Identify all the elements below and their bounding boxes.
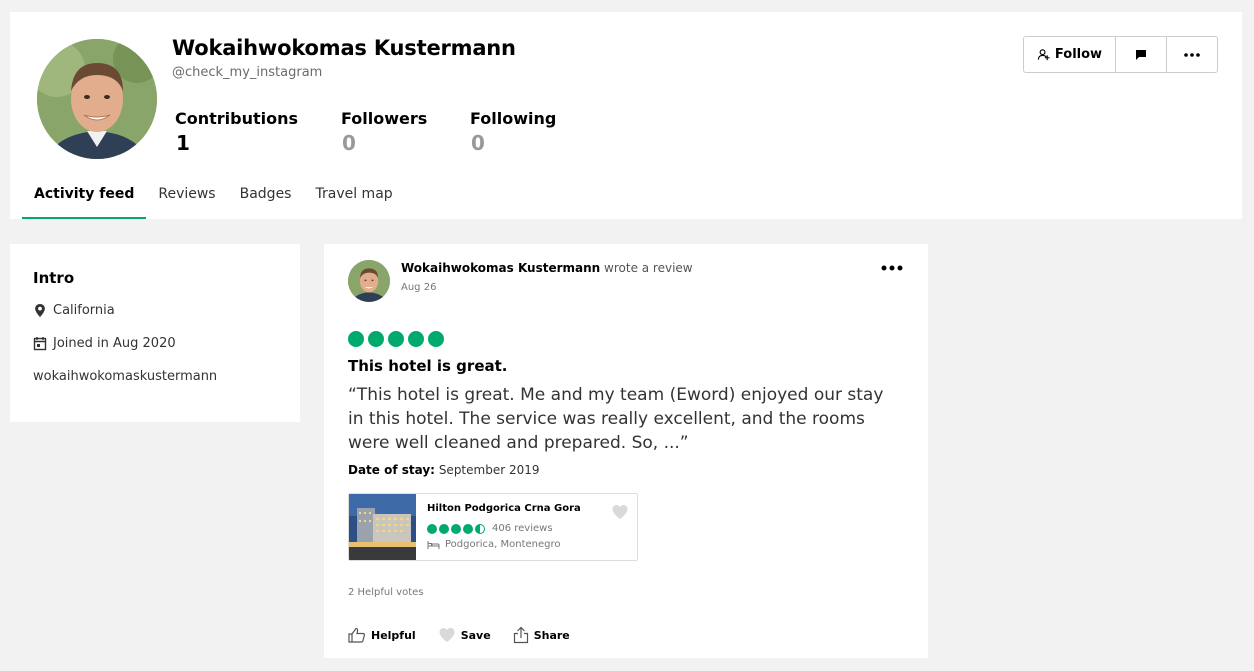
hotel-location-text: Podgorica, Montenegro xyxy=(445,539,561,550)
review-date: Aug 26 xyxy=(401,282,437,293)
stat-contributions[interactable]: Contributions 1 xyxy=(175,109,298,155)
review-actions: Helpful Save Share xyxy=(348,626,570,644)
date-of-stay: Date of stay: September 2019 xyxy=(348,463,540,477)
intro-website[interactable]: wokaihwokomaskustermann xyxy=(33,369,217,384)
tab-travel-map[interactable]: Travel map xyxy=(303,180,404,219)
profile-header: Wokaihwokomas Kustermann @check_my_insta… xyxy=(10,12,1242,219)
intro-joined-text: Joined in Aug 2020 xyxy=(53,336,176,351)
stat-value: 0 xyxy=(471,131,485,155)
intro-website-text[interactable]: wokaihwokomaskustermann xyxy=(33,369,217,384)
rating-bubble xyxy=(368,331,384,347)
intro-title: Intro xyxy=(33,269,75,287)
rating-bubble xyxy=(451,523,461,534)
hotel-image[interactable] xyxy=(349,494,416,560)
tab-badges[interactable]: Badges xyxy=(228,180,304,219)
intro-joined: Joined in Aug 2020 xyxy=(33,336,176,351)
profile-actions: Follow xyxy=(1023,36,1218,73)
review-text: “This hotel is great. Me and my team (Ew… xyxy=(348,385,884,453)
share-label: Share xyxy=(533,628,570,642)
more-options-button[interactable] xyxy=(1167,37,1217,72)
profile-name: Wokaihwokomas Kustermann xyxy=(172,36,516,60)
rating-bubble xyxy=(388,331,404,347)
helpful-button[interactable]: Helpful xyxy=(348,626,416,644)
thumbs-up-icon xyxy=(348,627,366,643)
stat-label: Contributions xyxy=(175,109,299,128)
save-label: Save xyxy=(460,628,491,642)
review-header: Wokaihwokomas Kustermann wrote a review xyxy=(401,261,693,275)
hotel-rating: 406 reviews xyxy=(427,523,553,534)
intro-location-text: California xyxy=(53,303,115,318)
profile-avatar[interactable] xyxy=(37,39,157,159)
tab-reviews[interactable]: Reviews xyxy=(146,180,227,219)
save-button[interactable]: Save xyxy=(438,626,491,644)
location-pin-icon xyxy=(35,303,45,318)
tab-activity-feed[interactable]: Activity feed xyxy=(22,180,147,219)
follow-label: Follow xyxy=(1054,47,1103,62)
rating-bubble xyxy=(427,523,437,534)
review-action-text: wrote a review xyxy=(604,261,693,275)
review-title[interactable]: This hotel is great. xyxy=(348,357,508,375)
follow-button[interactable]: Follow xyxy=(1024,37,1116,72)
review-more-button[interactable] xyxy=(880,258,904,278)
more-icon xyxy=(881,265,903,271)
stat-following[interactable]: Following 0 xyxy=(470,109,556,155)
profile-handle: @check_my_instagram xyxy=(172,65,323,80)
add-user-icon xyxy=(1037,49,1050,61)
helpful-label: Helpful xyxy=(371,628,416,642)
message-button[interactable] xyxy=(1116,37,1167,72)
more-icon xyxy=(1184,52,1200,57)
rating-bubble xyxy=(348,331,364,347)
stat-label: Following xyxy=(470,109,557,128)
date-of-stay-label: Date of stay: xyxy=(348,463,435,477)
stat-value: 1 xyxy=(176,131,190,155)
review-author[interactable]: Wokaihwokomas Kustermann xyxy=(401,261,600,275)
profile-tabs: Activity feed Reviews Badges Travel map xyxy=(22,180,405,219)
review-rating xyxy=(348,331,444,347)
review-card: Wokaihwokomas Kustermann wrote a review … xyxy=(324,244,928,658)
rating-bubble xyxy=(408,331,424,347)
message-icon xyxy=(1136,49,1146,60)
stat-followers[interactable]: Followers 0 xyxy=(341,109,427,155)
save-hotel-button[interactable] xyxy=(611,503,629,521)
stat-label: Followers xyxy=(341,109,428,128)
hotel-name[interactable]: Hilton Podgorica Crna Gora xyxy=(427,503,581,514)
calendar-icon xyxy=(33,337,47,351)
rating-bubble xyxy=(463,523,473,534)
bed-icon xyxy=(427,540,440,549)
heart-icon xyxy=(612,505,628,519)
rating-bubble-half xyxy=(475,523,485,534)
date-of-stay-value: September 2019 xyxy=(438,463,540,477)
stat-value: 0 xyxy=(342,131,356,155)
reviewer-avatar[interactable] xyxy=(348,260,390,302)
intro-card: Intro California Joined in Aug 2020 woka… xyxy=(10,244,300,422)
heart-icon xyxy=(439,628,455,642)
share-button[interactable]: Share xyxy=(513,626,570,644)
share-icon xyxy=(513,626,528,644)
rating-bubble xyxy=(428,331,444,347)
hotel-review-count[interactable]: 406 reviews xyxy=(492,523,553,534)
hotel-location: Podgorica, Montenegro xyxy=(427,539,560,550)
intro-location: California xyxy=(33,303,115,318)
rating-bubble xyxy=(439,523,449,534)
hotel-card[interactable]: Hilton Podgorica Crna Gora 406 reviews P… xyxy=(348,493,638,561)
helpful-votes: 2 Helpful votes xyxy=(348,587,424,598)
